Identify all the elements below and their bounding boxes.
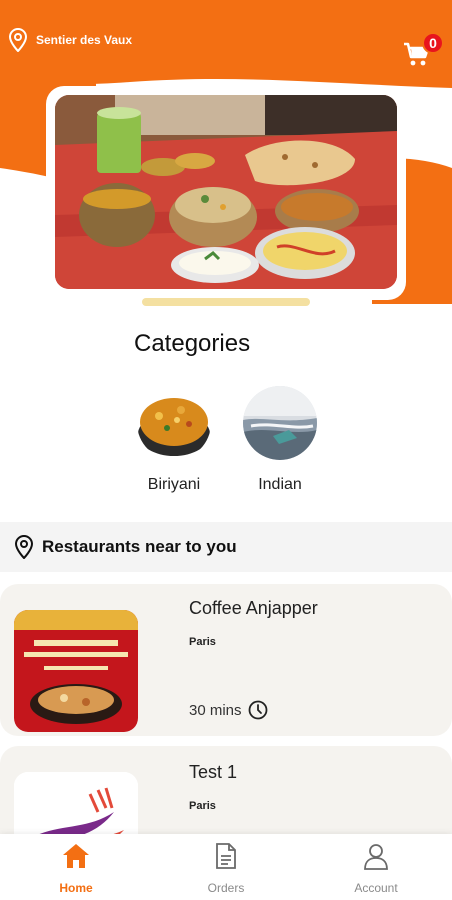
category-item-biriyani[interactable]: Biriyani <box>134 386 214 494</box>
clock-icon <box>248 700 267 720</box>
account-icon <box>364 844 388 870</box>
home-icon <box>63 844 89 868</box>
restaurant-city: Paris <box>189 636 216 648</box>
cart-button[interactable]: 0 <box>402 32 444 68</box>
indian-image <box>243 386 317 460</box>
cart-count-badge: 0 <box>422 32 444 54</box>
restaurants-section-title: Restaurants near to you <box>42 537 237 556</box>
restaurant-list[interactable]: Coffee Anjapper Paris 30 mins Test 1 Par… <box>0 572 452 834</box>
bottom-navigation: Home Orders Account <box>0 834 452 900</box>
restaurant-name: Coffee Anjapper <box>189 598 318 618</box>
category-label: Indian <box>258 476 302 493</box>
location-label: Sentier des Vaux <box>36 33 133 47</box>
nav-account-label: Account <box>354 881 398 895</box>
category-item-indian[interactable]: Indian <box>240 386 320 494</box>
location-pin-icon <box>14 535 34 559</box>
nav-orders[interactable]: Orders <box>176 842 276 895</box>
category-label: Biriyani <box>147 476 201 493</box>
restaurants-section-header: Restaurants near to you <box>0 522 452 572</box>
hero-accent-bar <box>142 298 310 306</box>
biriyani-image <box>137 386 211 460</box>
nav-home-label: Home <box>59 881 93 895</box>
delivery-time-label: 30 mins <box>189 701 242 719</box>
restaurant-thumbnail <box>14 610 138 732</box>
restaurant-city: Paris <box>189 800 216 812</box>
categories-title: Categories <box>134 330 251 357</box>
restaurant-name: Test 1 <box>189 762 238 782</box>
restaurant-card[interactable]: Test 1 Paris <box>0 746 452 834</box>
location-selector[interactable]: Sentier des Vaux <box>8 28 132 52</box>
orders-icon <box>216 843 236 869</box>
restaurant-card[interactable]: Coffee Anjapper Paris 30 mins <box>0 584 452 736</box>
delivery-time: 30 mins <box>189 700 268 720</box>
top-bar: Sentier des Vaux 0 <box>0 0 452 76</box>
nav-account[interactable]: Account <box>326 842 426 895</box>
location-pin-icon <box>8 28 28 52</box>
nav-orders-label: Orders <box>207 881 245 895</box>
nav-home[interactable]: Home <box>26 842 126 895</box>
hero-food-image <box>55 95 397 289</box>
restaurant-thumbnail <box>14 772 138 834</box>
